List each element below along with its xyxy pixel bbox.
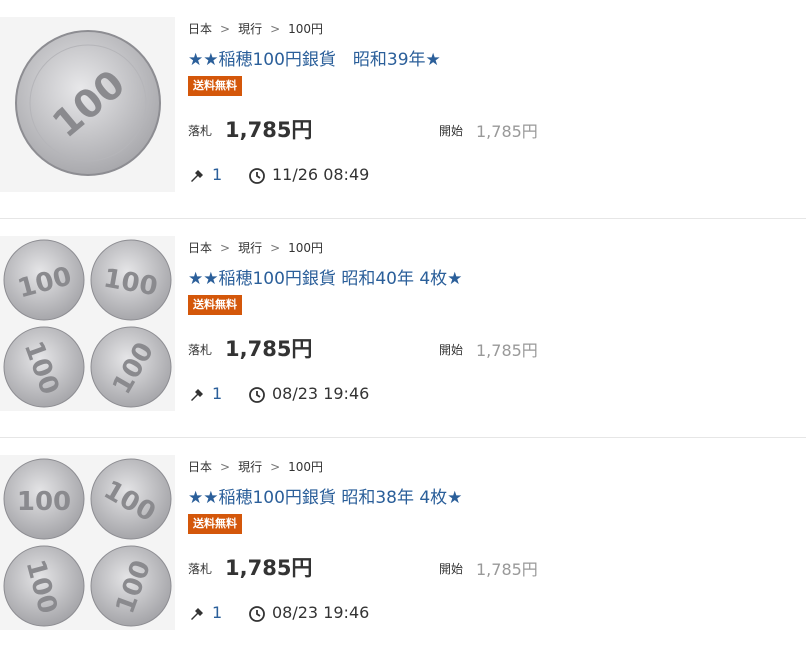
breadcrumb-item[interactable]: 100円 xyxy=(288,22,323,36)
list-item: 100 日本 > 現行 >100円 ★★稲穂100円銀貨 昭和39年★ 送料無料 落札… xyxy=(0,0,806,219)
start-price: 1,785円 xyxy=(476,122,538,141)
gavel-icon xyxy=(191,608,203,620)
item-title-link[interactable]: ★★稲穂100円銀貨 昭和40年 4枚★ xyxy=(188,264,462,289)
item-thumbnail[interactable]: 100 100 100 100 xyxy=(0,236,175,411)
winning-price: 1,785円 xyxy=(225,556,313,580)
svg-text:100: 100 xyxy=(17,487,71,517)
breadcrumb-item[interactable]: 現行 xyxy=(238,241,262,255)
four-coins-image: 100 100 100 100 xyxy=(3,458,172,627)
gavel-icon xyxy=(191,170,203,182)
breadcrumb-item[interactable]: 日本 xyxy=(188,241,212,255)
free-shipping-badge: 送料無料 xyxy=(188,76,242,96)
breadcrumb-separator: > xyxy=(220,460,231,474)
breadcrumb: 日本 > 現行 >100円 xyxy=(188,20,323,37)
gavel-icon xyxy=(191,389,203,401)
list-item: 100 100 100 100 日本 > 現行 >100円 ★★稲穂100円銀貨 昭和… xyxy=(0,438,806,656)
end-time: 08/23 19:46 xyxy=(272,603,370,622)
item-thumbnail[interactable]: 100 100 100 100 xyxy=(0,455,175,630)
bid-count[interactable]: 1 xyxy=(212,603,222,622)
breadcrumb-separator: > xyxy=(270,22,281,36)
breadcrumb-separator: > xyxy=(270,241,281,255)
breadcrumb-separator: > xyxy=(220,22,231,36)
breadcrumb: 日本 > 現行 >100円 xyxy=(188,239,323,256)
breadcrumb-item[interactable]: 100円 xyxy=(288,460,323,474)
breadcrumb-item[interactable]: 100円 xyxy=(288,241,323,255)
clock-icon xyxy=(249,168,265,184)
clock-icon xyxy=(249,387,265,403)
start-price: 1,785円 xyxy=(476,560,538,579)
item-title-link[interactable]: ★★稲穂100円銀貨 昭和39年★ xyxy=(188,45,441,70)
start-price: 1,785円 xyxy=(476,341,538,360)
price-label: 落札 xyxy=(188,562,213,576)
breadcrumb: 日本 > 現行 >100円 xyxy=(188,458,323,475)
breadcrumb-item[interactable]: 現行 xyxy=(238,22,262,36)
four-coins-image: 100 100 100 100 xyxy=(3,239,172,408)
start-price-label: 開始 xyxy=(439,562,464,576)
list-item: 100 100 100 100 日本 > 現行 >100円 ★★稲穂100円銀貨 昭和… xyxy=(0,219,806,438)
bid-count[interactable]: 1 xyxy=(212,165,222,184)
winning-price: 1,785円 xyxy=(225,118,313,142)
start-price-label: 開始 xyxy=(439,343,464,357)
clock-icon xyxy=(249,606,265,622)
breadcrumb-separator: > xyxy=(220,241,231,255)
start-price-label: 開始 xyxy=(439,124,464,138)
breadcrumb-item[interactable]: 日本 xyxy=(188,22,212,36)
free-shipping-badge: 送料無料 xyxy=(188,514,242,534)
bid-count[interactable]: 1 xyxy=(212,384,222,403)
item-thumbnail[interactable]: 100 xyxy=(0,17,175,192)
free-shipping-badge: 送料無料 xyxy=(188,295,242,315)
price-label: 落札 xyxy=(188,124,213,138)
price-label: 落札 xyxy=(188,343,213,357)
breadcrumb-item[interactable]: 現行 xyxy=(238,460,262,474)
breadcrumb-item[interactable]: 日本 xyxy=(188,460,212,474)
breadcrumb-separator: > xyxy=(270,460,281,474)
item-title-link[interactable]: ★★稲穂100円銀貨 昭和38年 4枚★ xyxy=(188,483,462,508)
winning-price: 1,785円 xyxy=(225,337,313,361)
single-coin-image: 100 xyxy=(15,30,161,176)
end-time: 11/26 08:49 xyxy=(272,165,370,184)
end-time: 08/23 19:46 xyxy=(272,384,370,403)
